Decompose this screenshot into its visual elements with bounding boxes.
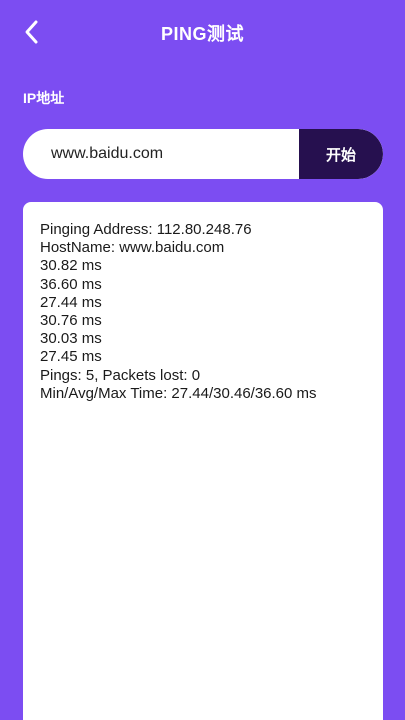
result-line: Pinging Address: 112.80.248.76 xyxy=(40,221,252,238)
result-line: 27.44 ms xyxy=(40,293,102,311)
ip-address-label: IP地址 xyxy=(23,90,65,106)
result-line: 30.82 ms xyxy=(40,257,102,275)
result-line: 36.60 ms xyxy=(40,275,102,293)
ip-input-row: 开始 xyxy=(23,129,383,179)
ping-result-panel: Pinging Address: 112.80.248.76 HostName:… xyxy=(23,202,383,720)
result-line: 27.45 ms xyxy=(40,348,102,366)
page-title: PING测试 xyxy=(160,24,244,44)
result-line: HostName: www.baidu.com xyxy=(40,239,225,257)
start-button[interactable]: 开始 xyxy=(299,129,383,179)
result-line: Min/Avg/Max Time: 27.44/30.46/36.60 ms xyxy=(40,384,317,402)
ping-test-screen: PING测试 IP地址 开始 Pinging Address: 112.80.2… xyxy=(0,0,405,720)
result-line: Pings: 5, Packets lost: 0 xyxy=(40,366,201,384)
result-line: 30.76 ms xyxy=(40,312,102,330)
ip-address-input[interactable] xyxy=(23,129,299,179)
header: PING测试 xyxy=(0,0,405,64)
result-line: 30.03 ms xyxy=(40,330,102,348)
